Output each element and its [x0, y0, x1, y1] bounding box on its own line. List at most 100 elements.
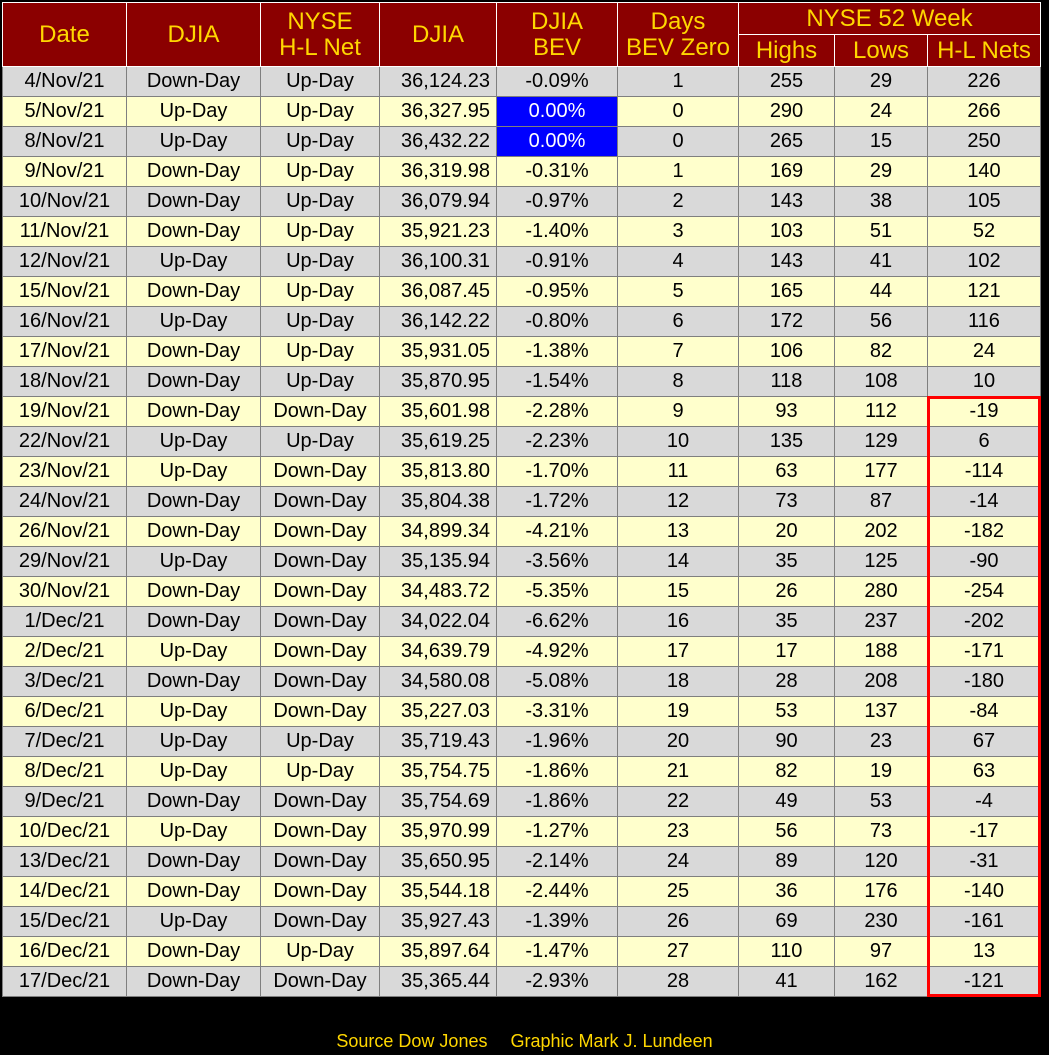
- nyse-hl-net-cell: Down-Day: [260, 816, 380, 847]
- hl-nets-cell: -161: [927, 906, 1041, 937]
- date-cell: 4/Nov/21: [2, 66, 127, 97]
- highs-cell: 20: [738, 516, 835, 547]
- lows-cell: 162: [834, 966, 928, 997]
- djia-cell: 36,319.98: [379, 156, 497, 187]
- table-row: 7/Dec/21 Up-Day Up-Day 35,719.43 -1.96% 20 90 2…: [2, 726, 1041, 757]
- nyse-hl-net-cell: Up-Day: [260, 246, 380, 277]
- lows-cell: 53: [834, 786, 928, 817]
- lows-cell: 23: [834, 726, 928, 757]
- date-cell: 9/Nov/21: [2, 156, 127, 187]
- highs-cell: 93: [738, 396, 835, 427]
- table-row: 3/Dec/21 Down-Day Down-Day 34,580.08 -5.08% 1…: [2, 666, 1041, 697]
- hl-nets-cell: -180: [927, 666, 1041, 697]
- lows-cell: 280: [834, 576, 928, 607]
- djia-day-cell: Down-Day: [126, 186, 261, 217]
- table-row: 5/Nov/21 Up-Day Up-Day 36,327.95 0.00% 0 290 24…: [2, 96, 1041, 127]
- table-row: 16/Dec/21 Down-Day Up-Day 35,897.64 -1.47% 27…: [2, 936, 1041, 967]
- djia-day-cell: Up-Day: [126, 816, 261, 847]
- nyse-hl-net-cell: Up-Day: [260, 936, 380, 967]
- nyse-hl-net-cell: Up-Day: [260, 336, 380, 367]
- nyse-hl-net-cell: Down-Day: [260, 966, 380, 997]
- hl-nets-cell: -202: [927, 606, 1041, 637]
- highs-cell: 63: [738, 456, 835, 487]
- djia-day-cell: Up-Day: [126, 756, 261, 787]
- lows-cell: 120: [834, 846, 928, 877]
- bev-cell: -2.28%: [496, 396, 618, 427]
- date-cell: 14/Dec/21: [2, 876, 127, 907]
- date-cell: 15/Nov/21: [2, 276, 127, 307]
- lows-cell: 125: [834, 546, 928, 577]
- footer-source: Source Dow Jones: [336, 1031, 488, 1051]
- djia-day-cell: Down-Day: [126, 396, 261, 427]
- nyse-hl-net-cell: Down-Day: [260, 696, 380, 727]
- bev-cell: -1.70%: [496, 456, 618, 487]
- days-bev-zero-cell: 21: [617, 756, 739, 787]
- table-row: 8/Dec/21 Up-Day Up-Day 35,754.75 -1.86% 21 82 1…: [2, 756, 1041, 787]
- hl-nets-cell: 116: [927, 306, 1041, 337]
- date-cell: 22/Nov/21: [2, 426, 127, 457]
- lows-cell: 208: [834, 666, 928, 697]
- djia-day-cell: Up-Day: [126, 126, 261, 157]
- highs-cell: 41: [738, 966, 835, 997]
- days-bev-zero-cell: 3: [617, 216, 739, 247]
- lows-cell: 82: [834, 336, 928, 367]
- highs-cell: 90: [738, 726, 835, 757]
- highs-cell: 106: [738, 336, 835, 367]
- date-cell: 6/Dec/21: [2, 696, 127, 727]
- highs-cell: 290: [738, 96, 835, 127]
- table-row: 19/Nov/21 Down-Day Down-Day 35,601.98 -2.28%…: [2, 396, 1041, 427]
- days-bev-zero-cell: 5: [617, 276, 739, 307]
- days-bev-zero-cell: 17: [617, 636, 739, 667]
- hl-nets-cell: 266: [927, 96, 1041, 127]
- header-nyse-hl-net: NYSE H-L Net: [260, 2, 380, 67]
- djia-day-cell: Down-Day: [126, 936, 261, 967]
- djia-cell: 34,580.08: [379, 666, 497, 697]
- nyse-hl-net-cell: Down-Day: [260, 606, 380, 637]
- nyse-hl-net-cell: Down-Day: [260, 636, 380, 667]
- table-row: 26/Nov/21 Down-Day Down-Day 34,899.34 -4.21%…: [2, 516, 1041, 547]
- highs-cell: 89: [738, 846, 835, 877]
- bev-cell: -2.44%: [496, 876, 618, 907]
- hl-nets-cell: 140: [927, 156, 1041, 187]
- days-bev-zero-cell: 28: [617, 966, 739, 997]
- djia-cell: 35,927.43: [379, 906, 497, 937]
- date-cell: 8/Nov/21: [2, 126, 127, 157]
- bev-cell: -2.93%: [496, 966, 618, 997]
- djia-cell: 36,124.23: [379, 66, 497, 97]
- header-days-line2: BEV Zero: [625, 33, 731, 61]
- days-bev-zero-cell: 2: [617, 186, 739, 217]
- highs-cell: 36: [738, 876, 835, 907]
- header-hl-nets: H-L Nets: [927, 34, 1041, 67]
- highs-cell: 172: [738, 306, 835, 337]
- highs-cell: 143: [738, 186, 835, 217]
- djia-day-cell: Down-Day: [126, 276, 261, 307]
- date-cell: 19/Nov/21: [2, 396, 127, 427]
- hl-nets-cell: -121: [927, 966, 1041, 997]
- djia-day-cell: Up-Day: [126, 636, 261, 667]
- table-row: 16/Nov/21 Up-Day Up-Day 36,142.22 -0.80% 6 172…: [2, 306, 1041, 337]
- hl-nets-cell: -182: [927, 516, 1041, 547]
- lows-cell: 97: [834, 936, 928, 967]
- table-row: 1/Dec/21 Down-Day Down-Day 34,022.04 -6.62% 1…: [2, 606, 1041, 637]
- date-cell: 10/Nov/21: [2, 186, 127, 217]
- hl-nets-cell: -84: [927, 696, 1041, 727]
- djia-day-cell: Down-Day: [126, 516, 261, 547]
- bev-cell: -1.39%: [496, 906, 618, 937]
- nyse-hl-net-cell: Up-Day: [260, 96, 380, 127]
- bev-cell: -5.08%: [496, 666, 618, 697]
- lows-cell: 230: [834, 906, 928, 937]
- footer-credit: Graphic Mark J. Lundeen: [510, 1031, 713, 1051]
- djia-day-cell: Up-Day: [126, 696, 261, 727]
- header-days-bev-zero: Days BEV Zero: [617, 2, 739, 67]
- lows-cell: 202: [834, 516, 928, 547]
- djia-cell: 35,365.44: [379, 966, 497, 997]
- highs-cell: 103: [738, 216, 835, 247]
- date-cell: 5/Nov/21: [2, 96, 127, 127]
- days-bev-zero-cell: 27: [617, 936, 739, 967]
- table-body: 4/Nov/21 Down-Day Up-Day 36,124.23 -0.09% 1 25…: [2, 66, 1041, 997]
- djia-cell: 35,619.25: [379, 426, 497, 457]
- table-row: 29/Nov/21 Up-Day Down-Day 35,135.94 -3.56% 14…: [2, 546, 1041, 577]
- djia-day-cell: Down-Day: [126, 876, 261, 907]
- days-bev-zero-cell: 1: [617, 66, 739, 97]
- lows-cell: 87: [834, 486, 928, 517]
